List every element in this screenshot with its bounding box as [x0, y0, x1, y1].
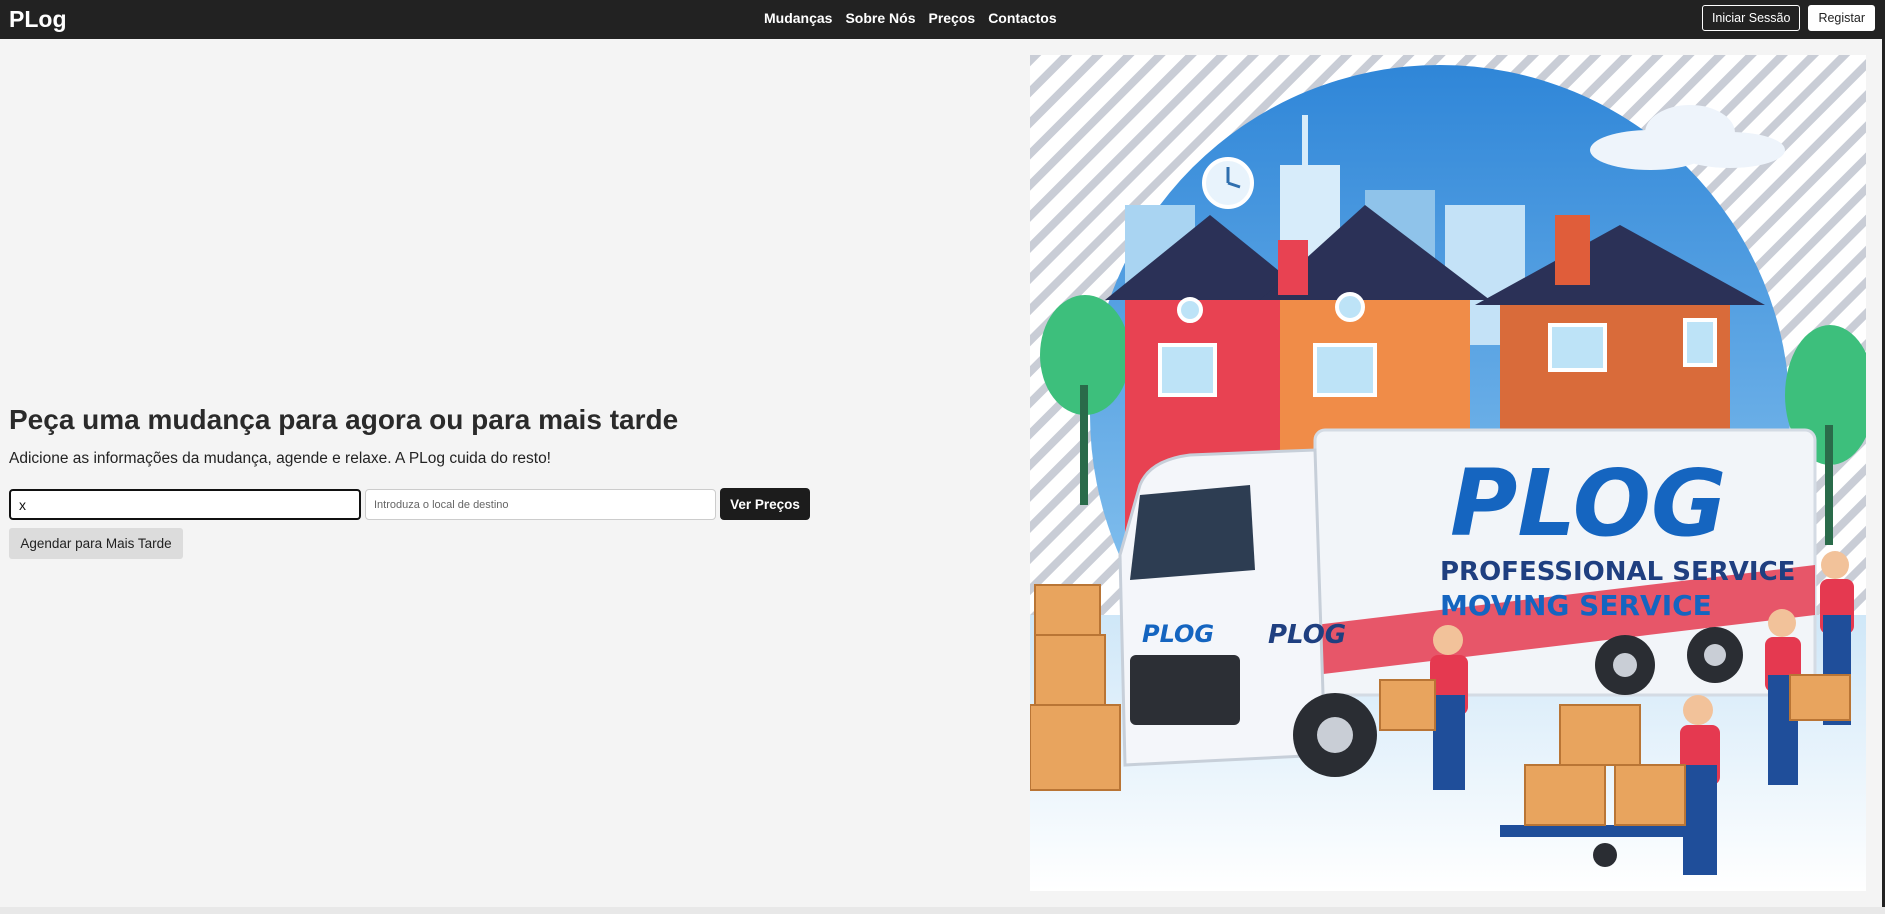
- register-button[interactable]: Registar: [1808, 5, 1875, 31]
- cab-logo: PLOG: [1142, 620, 1214, 648]
- hero-illustration: PLOG PROFESSIONAL SERVICE MOVING SERVICE…: [1030, 55, 1866, 891]
- navbar: PLog Mudanças Sobre Nós Preços Contactos…: [0, 0, 1885, 39]
- nav-link-mudancas[interactable]: Mudanças: [764, 10, 832, 26]
- origin-input[interactable]: [9, 489, 361, 520]
- hero-title: Peça uma mudança para agora ou para mais…: [9, 404, 679, 435]
- schedule-later-button[interactable]: Agendar para Mais Tarde: [9, 528, 183, 559]
- brand-logo[interactable]: PLog: [9, 6, 67, 33]
- nav-link-contactos[interactable]: Contactos: [988, 10, 1056, 26]
- truck-text-line2: MOVING SERVICE: [1440, 589, 1712, 622]
- nav-link-sobre-nos[interactable]: Sobre Nós: [845, 10, 915, 26]
- truck-logo: PLOG: [1450, 450, 1727, 557]
- nav-link-precos[interactable]: Preços: [928, 10, 975, 26]
- see-prices-button[interactable]: Ver Preços: [720, 488, 810, 520]
- destination-input[interactable]: [365, 489, 716, 520]
- auth-buttons: Iniciar Sessão Registar: [1701, 5, 1875, 31]
- hero-subtitle: Adicione as informações da mudança, agen…: [9, 450, 551, 467]
- clock-icon: [1202, 157, 1254, 209]
- door-logo: PLOG: [1268, 620, 1346, 650]
- truck-text-line1: PROFESSIONAL SERVICE: [1440, 557, 1795, 587]
- nav-links: Mudanças Sobre Nós Preços Contactos: [764, 10, 1057, 26]
- login-button[interactable]: Iniciar Sessão: [1701, 5, 1801, 31]
- page-bottom: [0, 907, 1885, 914]
